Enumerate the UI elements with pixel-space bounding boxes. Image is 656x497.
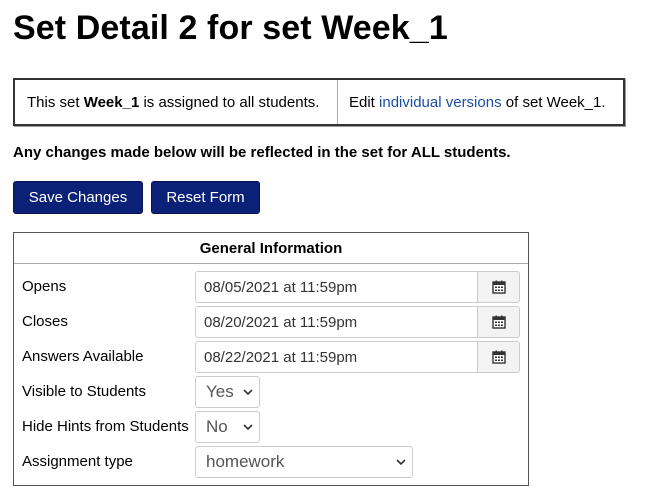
chevron-down-icon xyxy=(396,459,406,466)
edit-suffix: of set Week_1. xyxy=(501,93,606,111)
assignment-status-cell: This set Week_1 is assigned to all stude… xyxy=(15,80,338,124)
assignment-type-select[interactable]: homework xyxy=(195,446,413,478)
chevron-down-icon xyxy=(243,424,253,431)
closes-date-input[interactable] xyxy=(195,306,478,338)
visible-to-students-select[interactable]: Yes xyxy=(195,376,260,408)
edit-versions-cell: Edit individual versions of set Week_1. xyxy=(338,80,623,124)
answers-calendar-button[interactable] xyxy=(477,341,520,373)
assignment-text-before: This set xyxy=(27,93,84,111)
answers-available-label: Answers Available xyxy=(22,348,144,365)
closes-row: Closes xyxy=(14,305,528,339)
answers-available-date-input[interactable] xyxy=(195,341,478,373)
answers-available-row: Answers Available xyxy=(14,340,528,374)
page: Set Detail 2 for set Week_1 This set Wee… xyxy=(0,0,656,497)
opens-calendar-button[interactable] xyxy=(477,271,520,303)
opens-row: Opens xyxy=(14,270,528,304)
calendar-icon xyxy=(491,315,506,329)
chevron-down-icon xyxy=(243,389,253,396)
opens-label: Opens xyxy=(22,278,67,295)
changes-notice: Any changes made below will be reflected… xyxy=(13,144,511,161)
general-information-panel: General Information Opens Clos xyxy=(13,232,529,486)
assignment-type-select-value: homework xyxy=(206,452,285,471)
edit-prefix: Edit xyxy=(349,93,380,111)
hide-hints-row: Hide Hints from Students No xyxy=(14,410,528,444)
save-changes-button[interactable]: Save Changes xyxy=(13,181,143,214)
closes-label: Closes xyxy=(22,313,68,330)
visible-to-students-label: Visible to Students xyxy=(22,383,146,400)
reset-form-button[interactable]: Reset Form xyxy=(151,181,260,214)
hide-hints-select-value: No xyxy=(206,417,228,436)
assignment-set-name: Week_1 xyxy=(83,93,140,111)
page-title: Set Detail 2 for set Week_1 xyxy=(13,9,448,47)
visible-to-students-row: Visible to Students Yes xyxy=(14,375,528,409)
assignment-type-row: Assignment type homework xyxy=(14,445,528,479)
visible-select-value: Yes xyxy=(206,382,234,401)
calendar-icon xyxy=(491,350,506,364)
assignment-text-after: is assigned to all students. xyxy=(139,93,320,111)
opens-date-input[interactable] xyxy=(195,271,478,303)
hide-hints-select[interactable]: No xyxy=(195,411,260,443)
individual-versions-link[interactable]: individual versions xyxy=(379,94,502,111)
closes-calendar-button[interactable] xyxy=(477,306,520,338)
assignment-info-table: This set Week_1 is assigned to all stude… xyxy=(13,78,625,126)
assignment-type-label: Assignment type xyxy=(22,453,133,470)
calendar-icon xyxy=(491,280,506,294)
hide-hints-label: Hide Hints from Students xyxy=(22,418,189,435)
general-information-header: General Information xyxy=(14,233,528,264)
